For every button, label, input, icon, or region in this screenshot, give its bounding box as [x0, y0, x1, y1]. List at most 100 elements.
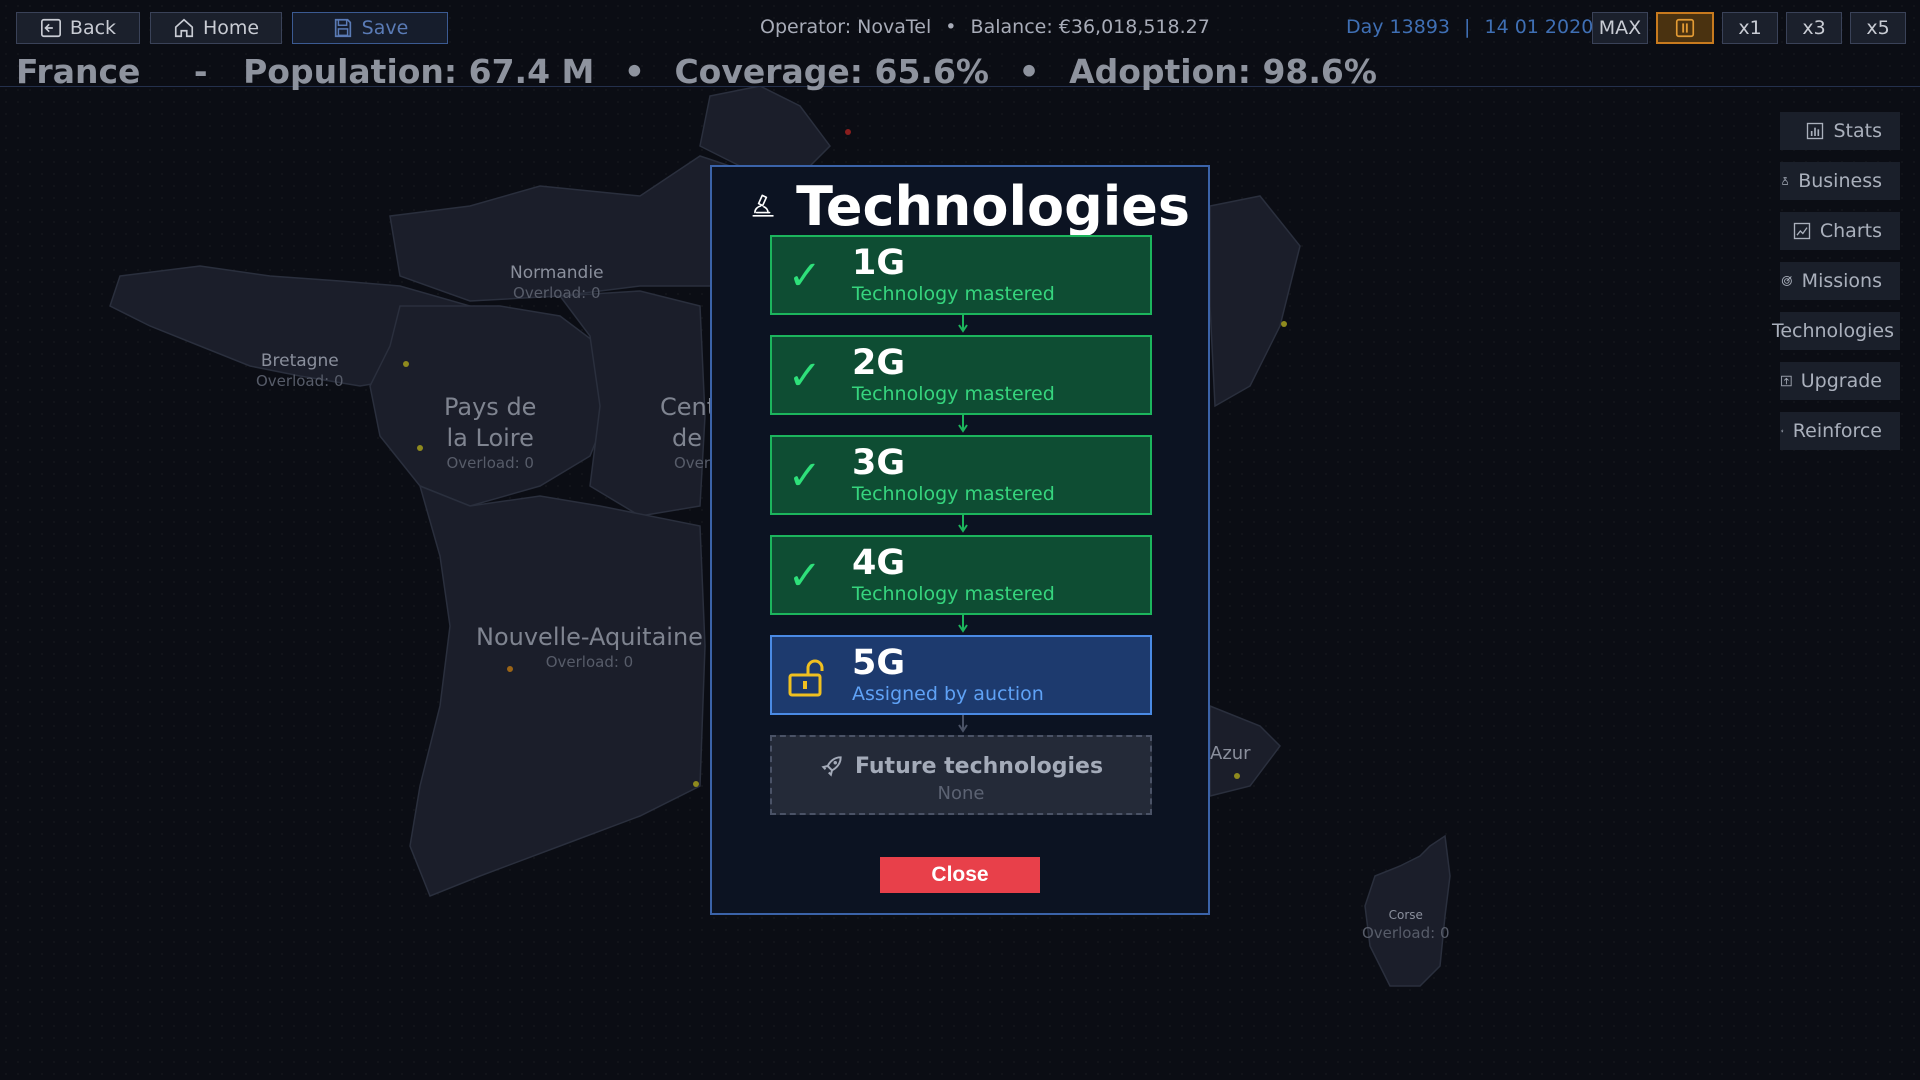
region-centre[interactable]: Cent de Over — [660, 392, 716, 474]
unlocked-padlock-icon — [788, 659, 824, 697]
tech-status: Assigned by auction — [852, 683, 1044, 705]
tech-status: Technology mastered — [852, 583, 1055, 605]
rocket-icon — [821, 756, 842, 777]
region-name-line2: la Loire — [446, 424, 534, 453]
save-label: Save — [361, 17, 409, 39]
side-item-label: Upgrade — [1800, 370, 1882, 392]
side-item-label: Reinforce — [1792, 420, 1882, 442]
tech-card-1g[interactable]: ✓ 1G Technology mastered — [770, 235, 1152, 315]
region-name: Corse — [1388, 908, 1423, 922]
future-title: Future technologies — [772, 753, 1150, 779]
checkmark-icon: ✓ — [788, 253, 822, 299]
side-item-label: Charts — [1819, 220, 1882, 242]
lightning-icon — [1780, 429, 1784, 433]
dot-separator: • — [623, 52, 645, 91]
tech-card-2g[interactable]: ✓ 2G Technology mastered — [770, 335, 1152, 415]
operator-text: Operator: NovaTel — [760, 16, 932, 38]
home-icon — [174, 18, 194, 38]
tech-name: 1G — [852, 243, 906, 283]
line-chart-icon — [1793, 222, 1811, 240]
balance-text: Balance: €36,018,518.27 — [970, 16, 1210, 38]
date-text: 14 01 2020 — [1484, 16, 1594, 38]
speed-x1-label: x1 — [1738, 17, 1762, 39]
future-title-text: Future technologies — [854, 753, 1104, 779]
operator-status: Operator: NovaTel • Balance: €36,018,518… — [760, 16, 1210, 38]
region-name: Nouvelle-Aquitaine — [476, 623, 703, 651]
tech-name: 3G — [852, 443, 906, 483]
country-summary: France - Population: 67.4 M • Coverage: … — [16, 52, 1395, 91]
close-button[interactable]: Close — [880, 857, 1040, 893]
connector-arrow-icon — [958, 515, 968, 533]
speed-x3-button[interactable]: x3 — [1786, 12, 1842, 44]
future-technologies-card: Future technologies None — [770, 735, 1152, 815]
region-overload: Over — [674, 454, 711, 473]
speed-x5-button[interactable]: x5 — [1850, 12, 1906, 44]
country-name: France — [16, 52, 141, 91]
dot-separator: • — [1018, 52, 1040, 91]
region-nouvelle-aquitaine[interactable]: Nouvelle-Aquitaine Overload: 0 — [476, 622, 703, 673]
region-azur[interactable]: Azur — [1210, 742, 1251, 765]
separator-dot: • — [945, 16, 957, 38]
pause-button[interactable] — [1656, 12, 1714, 44]
future-value: None — [937, 783, 985, 804]
upgrade-icon — [1781, 375, 1792, 387]
tech-name: 2G — [852, 343, 906, 383]
money-bag-icon — [1782, 177, 1788, 185]
region-overload: Overload: 0 — [545, 653, 634, 672]
connector-arrow-icon — [958, 615, 968, 633]
side-item-upgrade[interactable]: Upgrade — [1780, 362, 1900, 400]
tech-card-5g[interactable]: 5G Assigned by auction — [770, 635, 1152, 715]
tech-name: 5G — [852, 643, 906, 683]
coverage-stat: Coverage: 65.6% — [674, 52, 989, 91]
pause-icon — [1675, 18, 1695, 38]
speed-x1-button[interactable]: x1 — [1722, 12, 1778, 44]
side-item-technologies[interactable]: Technologies — [1772, 312, 1900, 350]
tech-status: Technology mastered — [852, 283, 1055, 305]
region-name-line1: Pays de — [444, 393, 537, 421]
region-name: Bretagne — [260, 351, 339, 371]
checkmark-icon: ✓ — [788, 453, 822, 499]
region-overload: Overload: 0 — [256, 372, 344, 391]
side-item-missions[interactable]: Missions — [1780, 262, 1900, 300]
region-name-line1: Cent — [660, 393, 717, 421]
side-item-reinforce[interactable]: Reinforce — [1780, 412, 1900, 450]
connector-arrow-icon — [958, 715, 968, 733]
home-button[interactable]: Home — [150, 12, 282, 44]
tech-card-4g[interactable]: ✓ 4G Technology mastered — [770, 535, 1152, 615]
region-name: Azur — [1210, 743, 1251, 764]
region-corse[interactable]: Corse Overload: 0 — [1362, 908, 1450, 943]
speed-max-label: MAX — [1598, 17, 1642, 39]
side-item-label: Stats — [1833, 120, 1882, 142]
home-label: Home — [202, 17, 260, 39]
population-stat: Population: 67.4 M — [243, 52, 595, 91]
region-overload: Overload: 0 — [1362, 923, 1450, 942]
day-text: Day 13893 — [1346, 16, 1450, 38]
tech-card-3g[interactable]: ✓ 3G Technology mastered — [770, 435, 1152, 515]
side-item-label: Business — [1798, 170, 1882, 192]
tech-status: Technology mastered — [852, 383, 1055, 405]
connector-arrow-icon — [958, 315, 968, 333]
side-item-label: Technologies — [1771, 320, 1894, 342]
save-button[interactable]: Save — [292, 12, 448, 44]
connector-arrow-icon — [958, 415, 968, 433]
tech-status: Technology mastered — [852, 483, 1055, 505]
back-button[interactable]: Back — [16, 12, 140, 44]
back-arrow-icon — [40, 18, 61, 38]
target-icon — [1781, 275, 1792, 287]
region-bretagne[interactable]: Bretagne Overload: 0 — [256, 350, 344, 392]
tech-name: 4G — [852, 543, 906, 583]
modal-header: Technologies — [750, 171, 1190, 241]
game-date: Day 13893 | 14 01 2020 — [1346, 16, 1593, 38]
speed-x3-label: x3 — [1802, 17, 1826, 39]
region-pays-de-la-loire[interactable]: Pays de la Loire Overload: 0 — [444, 392, 536, 474]
speed-max-button[interactable]: MAX — [1592, 12, 1648, 44]
checkmark-icon: ✓ — [788, 553, 822, 599]
side-item-stats[interactable]: Stats — [1780, 112, 1900, 150]
adoption-stat: Adoption: 98.6% — [1069, 52, 1377, 91]
side-item-charts[interactable]: Charts — [1780, 212, 1900, 250]
side-item-business[interactable]: Business — [1780, 162, 1900, 200]
region-name: Normandie — [510, 263, 604, 283]
bar-chart-icon — [1807, 122, 1824, 140]
side-item-label: Missions — [1801, 270, 1882, 292]
region-normandie[interactable]: Normandie Overload: 0 — [510, 262, 604, 304]
